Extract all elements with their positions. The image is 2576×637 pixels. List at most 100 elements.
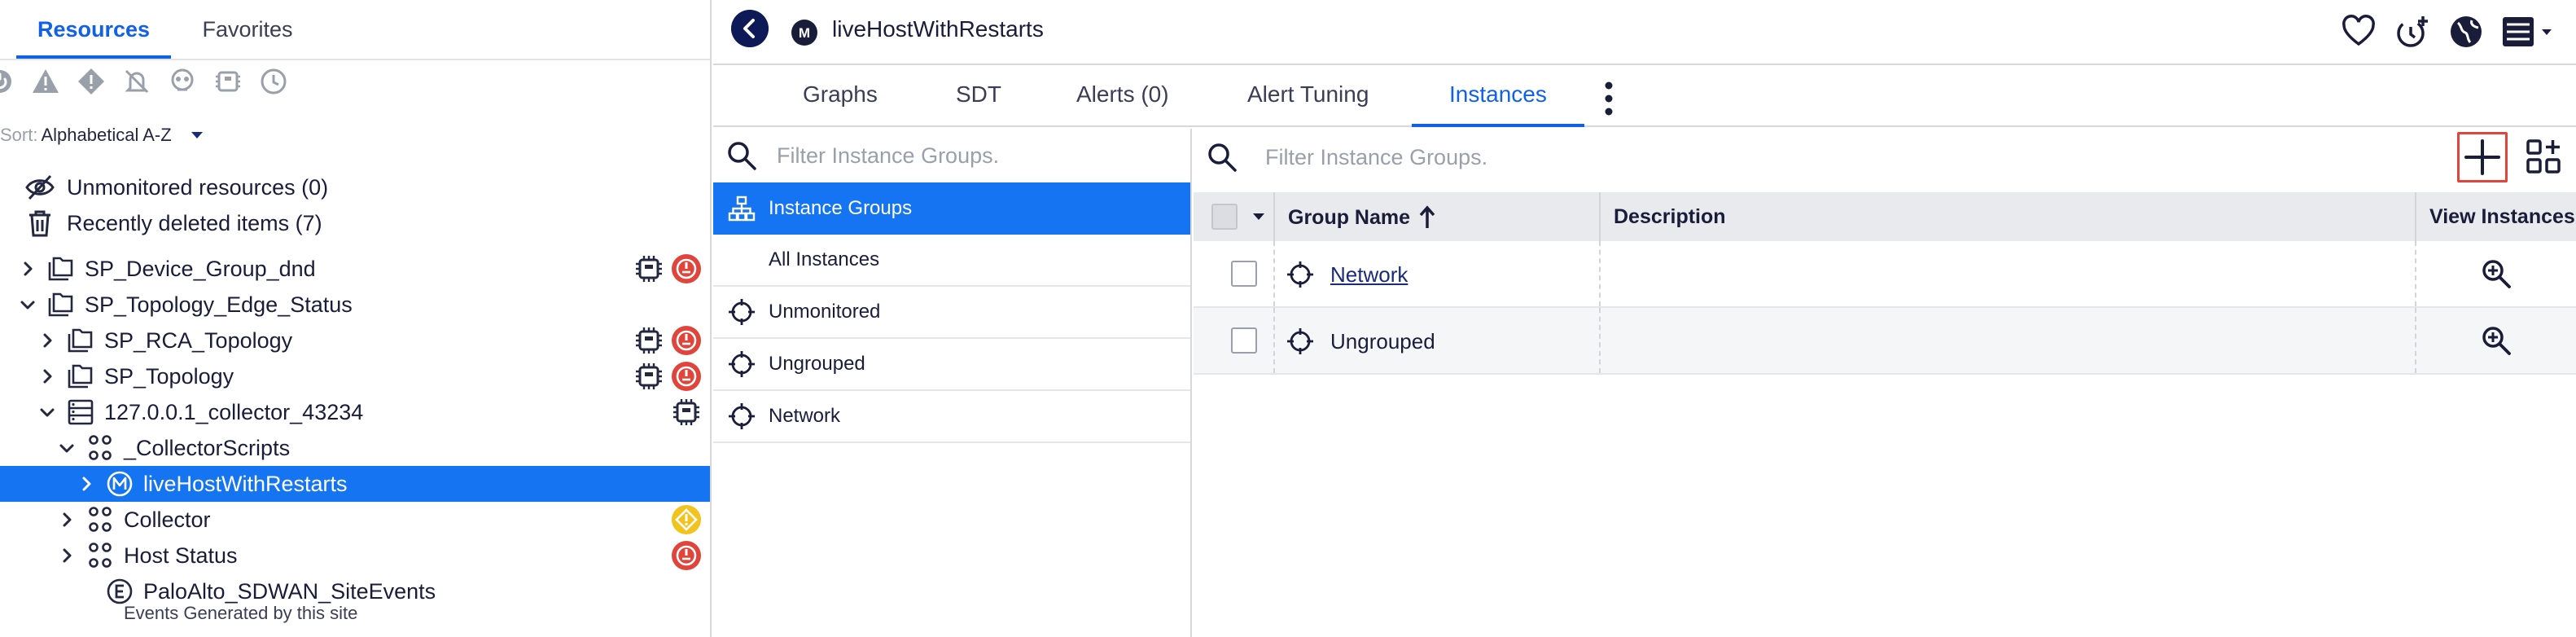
status-badges xyxy=(664,538,702,573)
tab-alerts[interactable]: Alerts (0) xyxy=(1076,81,1169,127)
sort-control[interactable]: Sort: Alphabetical A-Z xyxy=(0,121,204,150)
tree-item[interactable]: SP_Device_Group_dnd xyxy=(0,251,710,287)
dead-status-icon[interactable] xyxy=(671,540,702,571)
group-name-header[interactable]: Group Name xyxy=(1288,205,1436,230)
group-search-bar xyxy=(713,129,1190,182)
folder-icon xyxy=(68,364,93,389)
chevron-right-icon[interactable] xyxy=(57,546,77,565)
tree-item-label: SP_RCA_Topology xyxy=(104,327,293,353)
group-icon xyxy=(89,543,112,568)
instance-groups-table-area: Group Name Description View Instances Ne… xyxy=(1194,129,2576,637)
chevron-down-icon[interactable] xyxy=(57,438,77,458)
dead-status-icon[interactable] xyxy=(671,361,702,392)
tree-item[interactable]: SP_RCA_Topology xyxy=(0,323,710,358)
dead-status-icon[interactable] xyxy=(671,325,702,356)
warning-icon[interactable] xyxy=(31,67,60,96)
dashboard-menu-icon[interactable] xyxy=(2501,13,2555,51)
back-button[interactable] xyxy=(731,10,769,47)
table-row[interactable]: Network xyxy=(1194,241,2576,308)
event-icon xyxy=(107,578,133,604)
dead-icon[interactable] xyxy=(0,67,15,96)
group-list-item[interactable]: Instance Groups xyxy=(713,182,1190,235)
tree-item[interactable]: Collector xyxy=(0,502,710,538)
tab-alert-tuning[interactable]: Alert Tuning xyxy=(1247,81,1369,127)
folder-icon xyxy=(48,292,73,317)
chevron-down-icon[interactable] xyxy=(18,295,37,314)
select-all-checkbox[interactable] xyxy=(1211,204,1238,230)
group-icon xyxy=(89,435,112,460)
crosshair-icon xyxy=(729,403,755,429)
collector-status-icon[interactable] xyxy=(633,253,664,284)
zoom-in-icon[interactable] xyxy=(2480,257,2512,290)
globe-icon[interactable] xyxy=(2447,13,2485,51)
group-list-item[interactable]: Ungrouped xyxy=(713,339,1190,391)
tree-item[interactable]: Host Status xyxy=(0,538,710,573)
column-separator xyxy=(2415,241,2416,306)
chevron-down-icon[interactable] xyxy=(37,402,57,422)
instance-group-list: Instance Groups All Instances Unmonitored U… xyxy=(713,129,1192,637)
warning-status-icon[interactable] xyxy=(671,504,702,535)
skull-icon[interactable] xyxy=(168,67,197,96)
sort-value[interactable]: Alphabetical A-Z xyxy=(41,125,171,146)
tree-item[interactable]: SP_Topology xyxy=(0,358,710,394)
tree-item-subtext: Events Generated by this site xyxy=(124,603,358,623)
header-actions xyxy=(2324,11,2555,52)
crosshair-icon xyxy=(1287,261,1313,288)
unmonitored-resources-row[interactable]: Unmonitored resources (0) xyxy=(24,171,328,204)
alert-off-icon[interactable] xyxy=(122,67,151,96)
chevron-right-icon[interactable] xyxy=(57,510,77,529)
zoom-in-icon[interactable] xyxy=(2480,324,2512,357)
row-checkbox[interactable] xyxy=(1231,261,1257,287)
row-checkbox[interactable] xyxy=(1231,327,1257,354)
tab-graphs[interactable]: Graphs xyxy=(803,81,878,127)
clock-icon[interactable] xyxy=(259,67,288,96)
module-letter: M xyxy=(799,25,810,41)
add-schedule-icon[interactable] xyxy=(2394,13,2431,51)
hierarchy-icon xyxy=(728,195,756,222)
tree-item[interactable]: 127.0.0.1_collector_43234 xyxy=(0,394,710,430)
tab-favorites[interactable]: Favorites xyxy=(174,0,321,59)
page-title: liveHostWithRestarts xyxy=(832,16,1044,42)
more-options-icon[interactable] xyxy=(1601,80,1617,117)
crosshair-icon xyxy=(729,351,755,377)
tree-item-label: Host Status xyxy=(124,543,238,568)
group-list-item[interactable]: Unmonitored xyxy=(713,287,1190,339)
error-icon[interactable] xyxy=(77,67,106,96)
tab-instances[interactable]: Instances xyxy=(1412,81,1584,127)
resource-tree-panel: Resources Favorites Sort: Alphabetical A… xyxy=(0,0,712,637)
group-search-input[interactable] xyxy=(777,138,1176,173)
tree-item[interactable]: SP_Topology_Edge_Status xyxy=(0,287,710,323)
group-name-link[interactable]: Network xyxy=(1330,262,1408,288)
chevron-right-icon[interactable] xyxy=(37,331,57,350)
tab-resources[interactable]: Resources xyxy=(16,0,171,59)
dead-status-icon[interactable] xyxy=(671,253,702,284)
tree-item[interactable]: liveHostWithRestarts xyxy=(0,466,710,502)
collector-status-icon[interactable] xyxy=(671,397,702,428)
tree-item-label: Collector xyxy=(124,507,211,532)
table-row[interactable]: Ungrouped xyxy=(1194,308,2576,375)
chevron-right-icon[interactable] xyxy=(77,474,96,494)
widget-grid-icon[interactable] xyxy=(2526,138,2561,174)
server-icon xyxy=(68,399,94,425)
caret-down-icon[interactable] xyxy=(190,128,204,143)
add-instance-group-button[interactable] xyxy=(2457,132,2508,182)
table-search-input[interactable] xyxy=(1265,140,2324,174)
collector-icon[interactable] xyxy=(213,67,243,96)
view-instances-header[interactable]: View Instances xyxy=(2429,205,2575,229)
status-badges xyxy=(627,251,702,287)
tab-sdt[interactable]: SDT xyxy=(956,81,1001,127)
chevron-right-icon[interactable] xyxy=(18,259,37,279)
chevron-right-icon[interactable] xyxy=(37,367,57,386)
collector-status-icon[interactable] xyxy=(633,325,664,356)
group-list-item[interactable]: Network xyxy=(713,391,1190,443)
collector-status-icon[interactable] xyxy=(633,361,664,392)
heart-icon[interactable] xyxy=(2340,13,2377,51)
description-header[interactable]: Description xyxy=(1614,205,1726,229)
group-list-item[interactable]: All Instances xyxy=(713,235,1190,287)
caret-down-icon[interactable] xyxy=(1252,210,1265,223)
group-icon xyxy=(89,507,112,532)
tree-item[interactable]: _CollectorScripts xyxy=(0,430,710,466)
resource-header: M liveHostWithRestarts xyxy=(713,0,2576,65)
recently-deleted-row[interactable]: Recently deleted items (7) xyxy=(24,207,322,239)
tab-divider xyxy=(0,59,710,60)
